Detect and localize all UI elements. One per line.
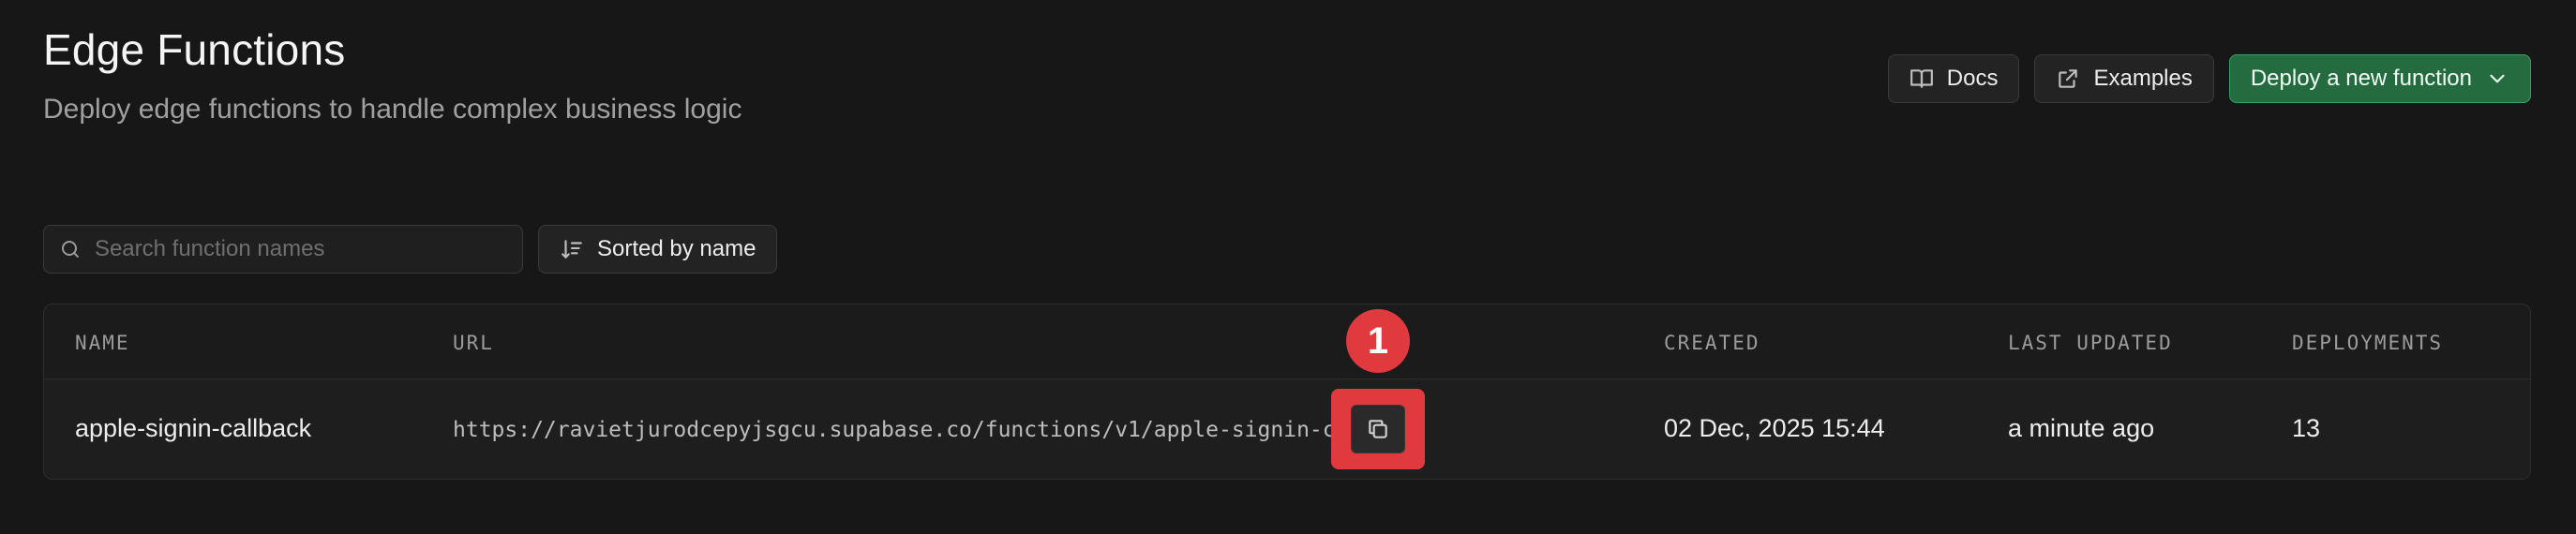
docs-label: Docs — [1946, 66, 1999, 91]
function-last-updated: a minute ago — [2008, 414, 2155, 442]
search-icon — [61, 241, 79, 258]
book-icon — [1910, 69, 1933, 88]
search-input[interactable] — [94, 236, 507, 262]
examples-label: Examples — [2093, 66, 2193, 91]
deploy-label: Deploy a new function — [2250, 66, 2472, 91]
sort-button[interactable]: Sorted by name — [538, 225, 778, 274]
edge-functions-page: Edge Functions Deploy edge functions to … — [0, 0, 2576, 534]
column-header-created: CREATED — [1664, 332, 1760, 354]
functions-table: NAME URL CREATED LAST UPDATED DEPLOYMENT… — [43, 304, 2531, 480]
deploy-function-button[interactable]: Deploy a new function — [2228, 54, 2531, 103]
step-badge: 1 — [1346, 309, 1410, 373]
page-title: Edge Functions — [43, 25, 346, 74]
column-header-deployments: DEPLOYMENTS — [2292, 332, 2444, 354]
column-header-url: URL — [453, 332, 494, 354]
docs-button[interactable]: Docs — [1887, 54, 2020, 103]
page-subtitle: Deploy edge functions to handle complex … — [43, 94, 742, 125]
copy-button-highlight — [1331, 389, 1425, 469]
column-header-name: NAME — [75, 332, 130, 354]
sort-icon — [562, 240, 582, 259]
table-header: NAME URL CREATED LAST UPDATED DEPLOYMENT… — [44, 304, 2530, 379]
search-box — [43, 225, 523, 274]
sort-label: Sorted by name — [597, 236, 756, 261]
function-url: https://ravietjurodcepyjsgcu.supabase.co… — [453, 418, 1334, 442]
function-deployments: 13 — [2292, 414, 2321, 442]
header-actions: Docs Examples Deploy a new function — [1887, 54, 2531, 103]
copy-icon — [1369, 420, 1387, 438]
copy-url-button[interactable] — [1351, 405, 1405, 453]
external-link-icon — [2059, 69, 2078, 88]
function-created: 02 Dec, 2025 15:44 — [1664, 414, 1885, 442]
examples-button[interactable]: Examples — [2034, 54, 2214, 103]
column-header-last-updated: LAST UPDATED — [2008, 332, 2173, 354]
chevron-down-icon[interactable] — [2485, 67, 2509, 91]
table-row[interactable]: apple-signin-callback https://ravietjuro… — [44, 379, 2530, 479]
function-name[interactable]: apple-signin-callback — [75, 414, 311, 443]
